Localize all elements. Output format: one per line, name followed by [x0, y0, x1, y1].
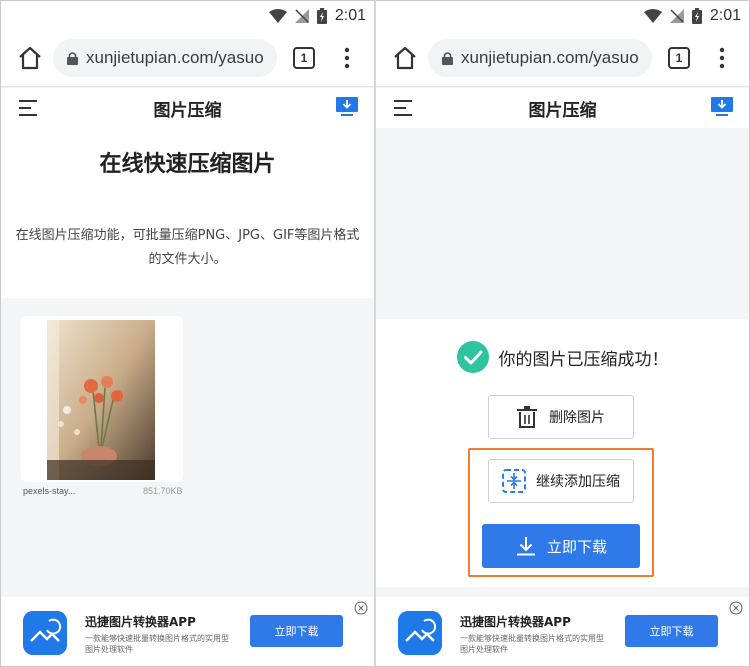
status-bar: 2:01	[1, 1, 374, 31]
hero-description-line1: 在线图片压缩功能，可批量压缩PNG、JPG、GIF等图片格式	[15, 228, 360, 243]
success-message: 你的图片已压缩成功！	[376, 341, 749, 373]
close-icon[interactable]	[729, 601, 743, 615]
lock-icon	[442, 52, 453, 65]
close-icon[interactable]	[354, 601, 368, 615]
url-bar[interactable]: xunjietupian.com/yasuo	[428, 39, 652, 77]
file-size: 851.70KB	[143, 486, 183, 496]
image-thumbnail-card[interactable]	[21, 316, 183, 482]
hero-description: 在线图片压缩功能，可批量压缩PNG、JPG、GIF等图片格式 的文件大小。	[1, 224, 374, 272]
site-header: 图片压缩	[1, 88, 374, 128]
hero-description-line2: 的文件大小。	[148, 252, 227, 267]
site-title: 图片压缩	[153, 101, 222, 121]
site-header: 图片压缩	[376, 88, 749, 128]
ad-download-button[interactable]: 立即下载	[250, 615, 343, 647]
app-logo-icon	[398, 611, 442, 655]
continue-compress-label: 继续添加压缩	[536, 474, 620, 490]
phone-right: 2:01 xunjietupian.com/yasuo 1 图片压缩 你的图片已…	[376, 1, 749, 666]
compress-icon	[502, 469, 526, 493]
status-bar: 2:01	[376, 1, 749, 31]
battery-icon	[691, 8, 702, 24]
wifi-icon	[268, 9, 287, 23]
desktop-download-icon[interactable]	[336, 97, 358, 117]
more-vert-icon[interactable]	[712, 46, 732, 70]
ad-download-button[interactable]: 立即下载	[625, 615, 718, 647]
more-vert-icon[interactable]	[337, 46, 357, 70]
browser-toolbar: xunjietupian.com/yasuo 1	[1, 31, 374, 87]
trash-icon	[517, 406, 537, 428]
no-signal-icon	[294, 9, 309, 23]
ad-title: 迅捷图片转换器APP	[460, 615, 571, 629]
ad-description: 一款能够快速批量转换图片格式的实用型图片处理软件	[460, 634, 604, 654]
url-bar[interactable]: xunjietupian.com/yasuo	[53, 39, 277, 77]
site-title: 图片压缩	[528, 101, 597, 121]
hero-section: 在线快速压缩图片 在线图片压缩功能，可批量压缩PNG、JPG、GIF等图片格式 …	[1, 128, 374, 298]
app-ad-banner: 迅捷图片转换器APP 一款能够快速批量转换图片格式的实用型图片处理软件 立即下载	[376, 597, 749, 666]
delete-image-label: 删除图片	[549, 410, 605, 426]
download-icon	[516, 537, 535, 556]
phone-left: 2:01 xunjietupian.com/yasuo 1 图片压缩 在线快速压…	[1, 1, 374, 666]
compression-result-panel: 你的图片已压缩成功！ 删除图片 继续添加压缩 立即下载	[376, 319, 749, 587]
tab-switcher-button[interactable]: 1	[668, 47, 690, 69]
ad-title: 迅捷图片转换器APP	[85, 615, 196, 629]
battery-icon	[316, 8, 327, 24]
download-button[interactable]: 立即下载	[482, 524, 640, 568]
success-text: 你的图片已压缩成功！	[498, 349, 669, 370]
delete-image-button[interactable]: 删除图片	[488, 395, 634, 439]
uploaded-image-thumbnail	[47, 320, 155, 480]
desktop-download-icon[interactable]	[711, 97, 733, 117]
home-icon[interactable]	[17, 45, 43, 71]
app-logo-icon	[23, 611, 67, 655]
status-icons: 2:01	[268, 7, 366, 25]
status-time: 2:01	[709, 7, 741, 24]
continue-compress-button[interactable]: 继续添加压缩	[488, 459, 634, 503]
status-time: 2:01	[334, 7, 366, 24]
status-icons: 2:01	[643, 7, 741, 25]
url-text: xunjietupian.com/yasuo	[86, 48, 264, 67]
file-name: pexels-stay...	[23, 486, 76, 496]
check-circle-icon	[456, 341, 489, 373]
url-text: xunjietupian.com/yasuo	[461, 48, 639, 67]
home-icon[interactable]	[392, 45, 418, 71]
no-signal-icon	[669, 9, 684, 23]
app-ad-banner: 迅捷图片转换器APP 一款能够快速批量转换图片格式的实用型图片处理软件 立即下载	[1, 597, 374, 666]
tab-switcher-button[interactable]: 1	[293, 47, 315, 69]
ad-description: 一款能够快速批量转换图片格式的实用型图片处理软件	[85, 634, 229, 654]
download-label: 立即下载	[546, 537, 607, 556]
wifi-icon	[643, 9, 662, 23]
hero-title: 在线快速压缩图片	[99, 152, 276, 177]
browser-toolbar: xunjietupian.com/yasuo 1	[376, 31, 749, 87]
lock-icon	[67, 52, 78, 65]
